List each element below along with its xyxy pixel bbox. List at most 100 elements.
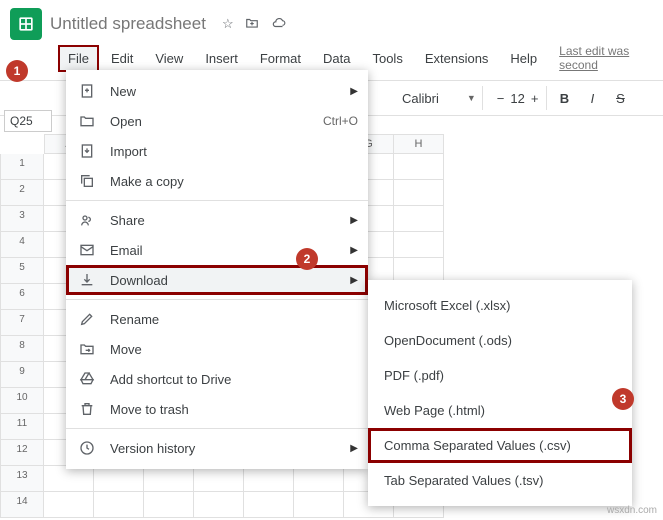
sheets-logo[interactable]: [10, 8, 42, 40]
row-header[interactable]: 5: [0, 258, 44, 284]
strike-button[interactable]: S: [609, 91, 631, 106]
new-icon: [78, 83, 96, 99]
column-header[interactable]: H: [394, 134, 444, 154]
row-header[interactable]: 3: [0, 206, 44, 232]
copy-icon: [78, 173, 96, 189]
menu-label: Import: [110, 144, 147, 159]
menu-label: Share: [110, 213, 145, 228]
submenu-item-csv[interactable]: Comma Separated Values (.csv): [368, 428, 632, 463]
menu-edit[interactable]: Edit: [101, 45, 143, 72]
cloud-icon[interactable]: [270, 16, 288, 32]
submenu-arrow-icon: ▶: [350, 443, 358, 454]
italic-button[interactable]: I: [581, 91, 603, 106]
menu-data[interactable]: Data: [313, 45, 360, 72]
chevron-down-icon: ▼: [467, 93, 476, 103]
menu-label: Make a copy: [110, 174, 184, 189]
row-header[interactable]: 10: [0, 388, 44, 414]
cell[interactable]: [194, 466, 244, 492]
email-icon: [78, 242, 96, 258]
move-icon[interactable]: [244, 16, 260, 32]
menu-help[interactable]: Help: [500, 45, 547, 72]
row-header[interactable]: 1: [0, 154, 44, 180]
submenu-item-tsv[interactable]: Tab Separated Values (.tsv): [368, 463, 632, 498]
font-size: 12: [510, 91, 524, 106]
annotation-badge-1: 1: [6, 60, 28, 82]
row-header[interactable]: 7: [0, 310, 44, 336]
cell[interactable]: [144, 492, 194, 518]
shortcut-label: Ctrl+O: [323, 114, 358, 128]
cell[interactable]: [294, 492, 344, 518]
menu-extensions[interactable]: Extensions: [415, 45, 499, 72]
row-header[interactable]: 13: [0, 466, 44, 492]
menu-item-copy[interactable]: Make a copy: [66, 166, 368, 196]
row-header[interactable]: 12: [0, 440, 44, 466]
cell[interactable]: [194, 492, 244, 518]
move-folder-icon: [78, 341, 96, 357]
cell[interactable]: [144, 466, 194, 492]
menu-item-move[interactable]: Move: [66, 334, 368, 364]
trash-icon: [78, 401, 96, 417]
submenu-arrow-icon: ▶: [350, 86, 358, 97]
menu-separator: [66, 428, 368, 429]
menu-label: Rename: [110, 312, 159, 327]
submenu-arrow-icon: ▶: [350, 275, 358, 286]
row-header[interactable]: 4: [0, 232, 44, 258]
menu-label: Add shortcut to Drive: [110, 372, 231, 387]
row-header[interactable]: 14: [0, 492, 44, 518]
row-header[interactable]: 2: [0, 180, 44, 206]
row-header[interactable]: 6: [0, 284, 44, 310]
cell[interactable]: [244, 466, 294, 492]
menu-insert[interactable]: Insert: [195, 45, 248, 72]
menu-format[interactable]: Format: [250, 45, 311, 72]
font-size-select[interactable]: − 12 +: [489, 86, 548, 110]
document-title[interactable]: Untitled spreadsheet: [50, 14, 206, 34]
bold-button[interactable]: B: [553, 91, 575, 106]
cell[interactable]: [94, 492, 144, 518]
plus-icon[interactable]: +: [531, 91, 539, 106]
cell[interactable]: [44, 466, 94, 492]
submenu-item-xlsx[interactable]: Microsoft Excel (.xlsx): [368, 288, 632, 323]
last-edit-link[interactable]: Last edit was second: [559, 44, 653, 72]
cell[interactable]: [294, 466, 344, 492]
star-icon[interactable]: ☆: [222, 16, 234, 32]
submenu-item-pdf[interactable]: PDF (.pdf): [368, 358, 632, 393]
minus-icon[interactable]: −: [497, 91, 505, 106]
menu-item-trash[interactable]: Move to trash: [66, 394, 368, 424]
history-icon: [78, 440, 96, 456]
menu-item-version-history[interactable]: Version history ▶: [66, 433, 368, 463]
cell[interactable]: [94, 466, 144, 492]
menu-item-download[interactable]: Download ▶: [66, 265, 368, 295]
header: Untitled spreadsheet ☆: [0, 0, 663, 44]
menu-label: Move to trash: [110, 402, 189, 417]
menu-file[interactable]: File: [58, 45, 99, 72]
cell[interactable]: [394, 180, 444, 206]
menu-tools[interactable]: Tools: [362, 45, 412, 72]
row-header[interactable]: 8: [0, 336, 44, 362]
name-box[interactable]: Q25: [4, 110, 52, 132]
menu-item-email[interactable]: Email ▶: [66, 235, 368, 265]
cell[interactable]: [394, 232, 444, 258]
cell[interactable]: [394, 154, 444, 180]
menu-item-open[interactable]: Open Ctrl+O: [66, 106, 368, 136]
font-select[interactable]: Calibri ▼: [396, 86, 483, 110]
drive-shortcut-icon: [78, 371, 96, 387]
menu-label: Move: [110, 342, 142, 357]
menu-item-share[interactable]: Share ▶: [66, 205, 368, 235]
menu-label: Open: [110, 114, 142, 129]
cell[interactable]: [44, 492, 94, 518]
cell[interactable]: [244, 492, 294, 518]
menu-item-add-shortcut[interactable]: Add shortcut to Drive: [66, 364, 368, 394]
cell[interactable]: [394, 206, 444, 232]
row-header[interactable]: 9: [0, 362, 44, 388]
download-submenu: Microsoft Excel (.xlsx) OpenDocument (.o…: [368, 280, 632, 506]
folder-icon: [78, 113, 96, 129]
submenu-item-html[interactable]: Web Page (.html): [368, 393, 632, 428]
menu-item-import[interactable]: Import: [66, 136, 368, 166]
menu-separator: [66, 200, 368, 201]
submenu-arrow-icon: ▶: [350, 245, 358, 256]
submenu-item-ods[interactable]: OpenDocument (.ods): [368, 323, 632, 358]
menu-item-rename[interactable]: Rename: [66, 304, 368, 334]
menu-item-new[interactable]: New ▶: [66, 76, 368, 106]
menu-view[interactable]: View: [145, 45, 193, 72]
row-header[interactable]: 11: [0, 414, 44, 440]
